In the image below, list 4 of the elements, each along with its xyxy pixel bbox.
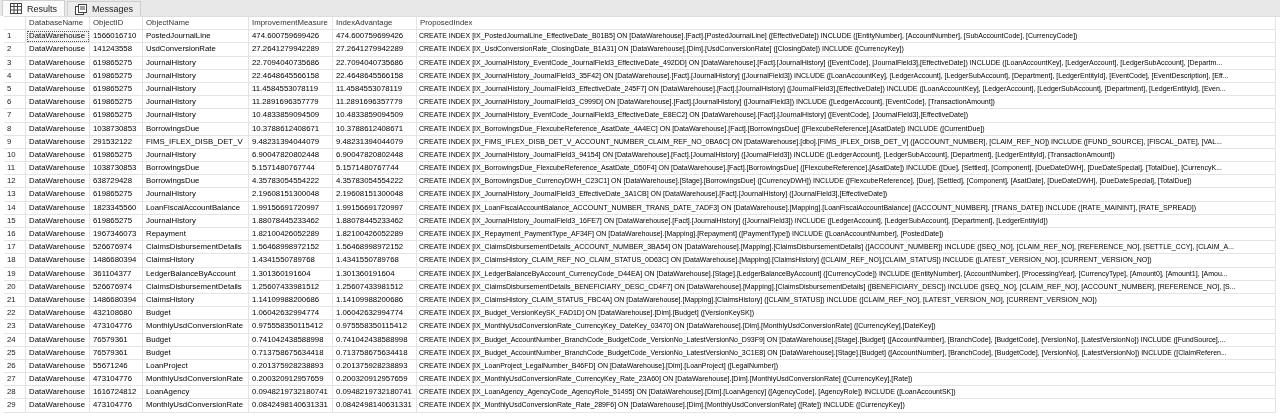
tab[interactable]: Results <box>2 0 65 16</box>
document-icon <box>75 3 87 15</box>
grid-icon <box>10 3 22 14</box>
tab[interactable]: Messages <box>67 1 142 16</box>
